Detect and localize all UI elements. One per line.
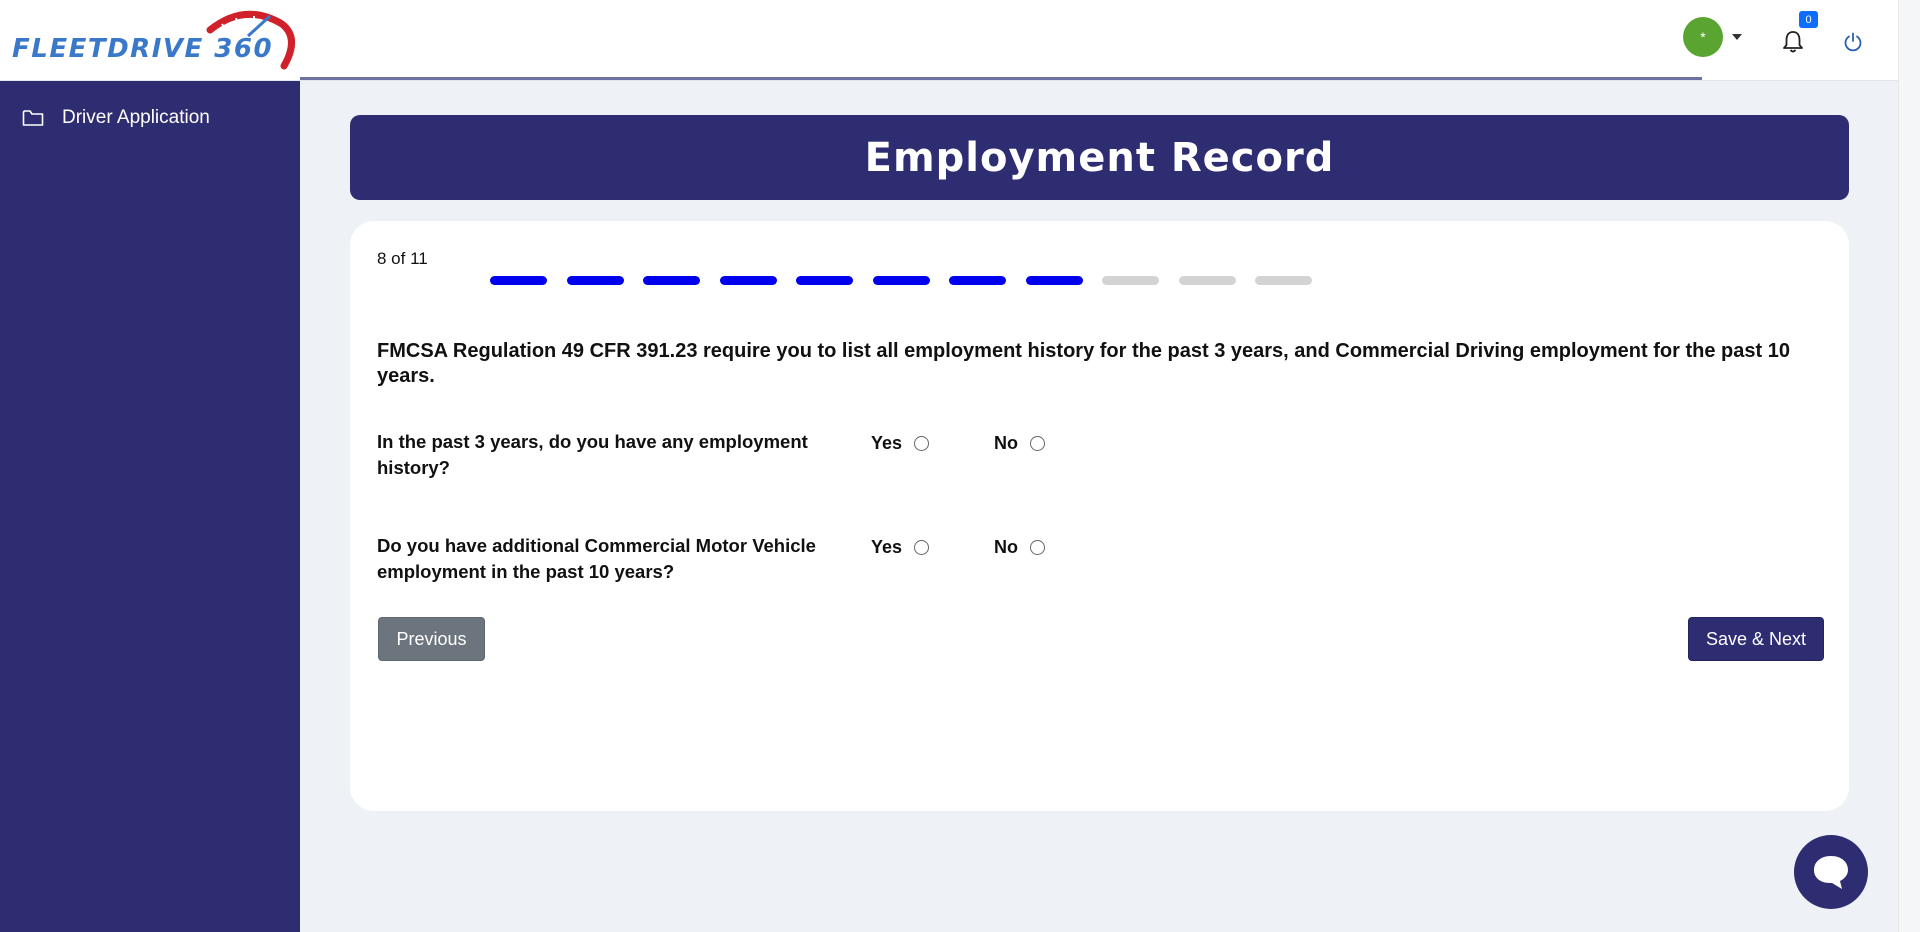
cmv-employment-yes-radio[interactable]	[914, 540, 930, 555]
step-segment-complete	[566, 276, 624, 285]
folder-icon	[22, 110, 44, 126]
step-segment-complete	[872, 276, 930, 285]
sidebar-item-label: Driver Application	[62, 107, 210, 128]
cmv-employment-yes-option[interactable]: Yes	[871, 537, 930, 558]
cmv-employment-no-option[interactable]: No	[994, 537, 1045, 558]
step-segment-complete	[949, 276, 1006, 285]
user-avatar[interactable]: *	[1683, 17, 1723, 57]
yes-label: Yes	[871, 433, 903, 453]
save-next-button[interactable]: Save & Next	[1688, 617, 1824, 661]
chat-bubble-icon	[1814, 856, 1848, 889]
question-cmv-employment: Do you have additional Commercial Motor …	[377, 535, 816, 582]
step-segment-complete	[796, 276, 853, 285]
employment-history-no-radio[interactable]	[1030, 436, 1045, 451]
regulation-notice: FMCSA Regulation 49 CFR 391.23 require y…	[377, 340, 1790, 387]
scrollbar-track[interactable]	[1898, 0, 1920, 932]
step-segment-complete	[643, 276, 700, 285]
yes-label: Yes	[871, 537, 903, 557]
sidebar-item-driver-application[interactable]: Driver Application	[22, 107, 210, 129]
previous-button[interactable]: Previous	[378, 617, 485, 661]
notification-count-badge: 0	[1799, 11, 1818, 28]
step-segment-pending	[1255, 276, 1312, 285]
employment-history-no-option[interactable]: No	[994, 433, 1045, 454]
employment-history-yes-option[interactable]: Yes	[871, 433, 930, 454]
no-label: No	[994, 433, 1018, 453]
bell-icon[interactable]	[1782, 30, 1804, 54]
step-counter: 8 of 11	[377, 249, 428, 268]
power-icon[interactable]	[1843, 32, 1863, 52]
fleetdrive-logo[interactable]: FLEETDRIVE 360	[10, 10, 295, 72]
sidebar: Driver Application	[0, 81, 300, 932]
employment-history-yes-radio[interactable]	[914, 436, 930, 451]
header-progress-line	[300, 77, 1702, 80]
caret-down-icon[interactable]	[1731, 33, 1743, 41]
top-header: FLEETDRIVE 360 * 0	[0, 0, 1898, 81]
step-segment-pending	[1178, 276, 1236, 285]
step-segment-complete	[490, 276, 547, 285]
form-card: 8 of 11 FMCSA Regulation 49 CFR 391.23 r…	[350, 221, 1849, 811]
step-segment-complete	[1025, 276, 1083, 285]
no-label: No	[994, 537, 1018, 557]
step-progress-bar	[490, 276, 1312, 285]
step-segment-pending	[1102, 276, 1159, 285]
page-title: Employment Record	[350, 115, 1849, 200]
chat-widget-button[interactable]	[1794, 835, 1868, 909]
step-segment-complete	[719, 276, 777, 285]
question-employment-history: In the past 3 years, do you have any emp…	[377, 431, 808, 478]
logo-text: FLEETDRIVE 360	[12, 34, 274, 64]
cmv-employment-no-radio[interactable]	[1030, 540, 1045, 555]
